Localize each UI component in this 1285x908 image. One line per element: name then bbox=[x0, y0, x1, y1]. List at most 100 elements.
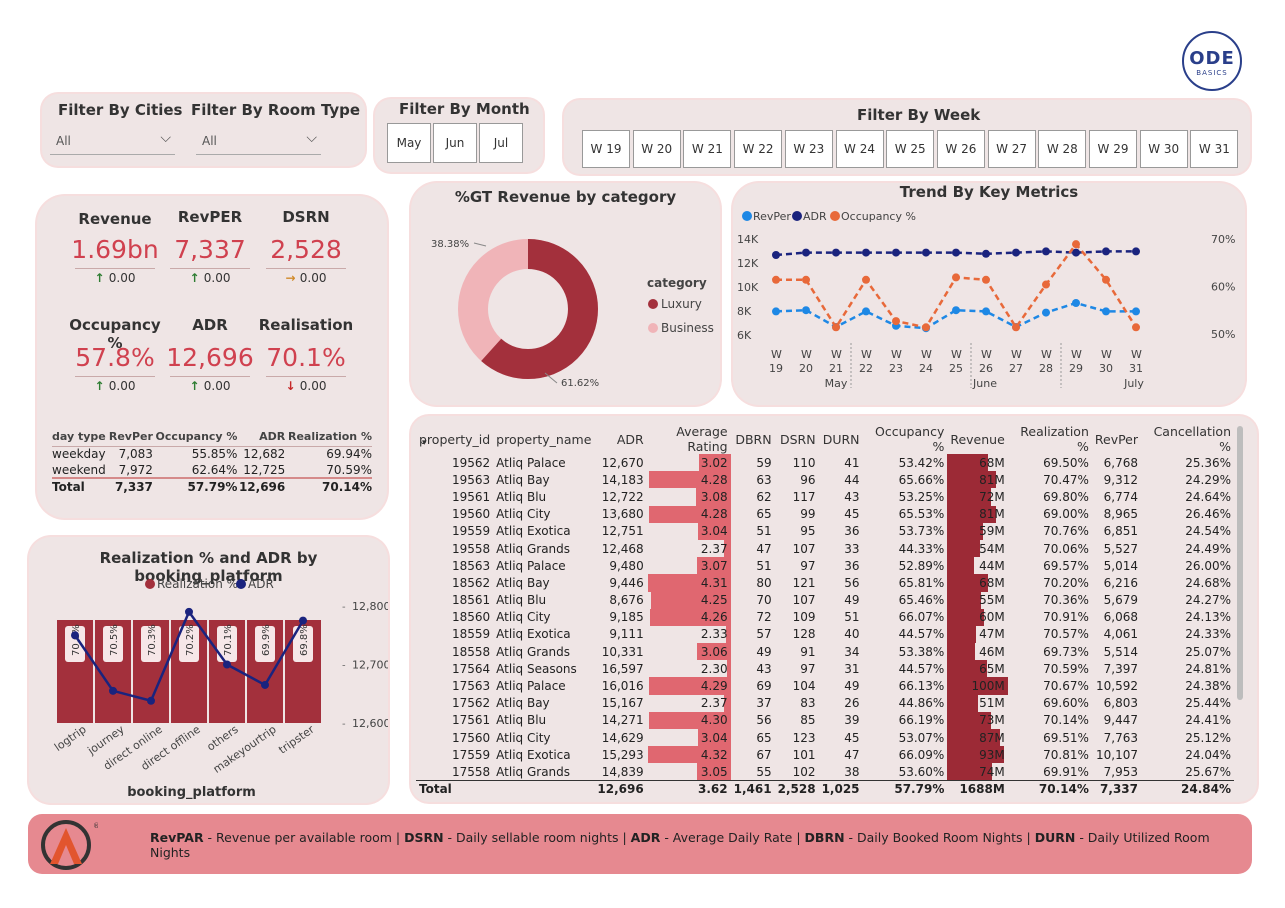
revenue-cell: 74M bbox=[947, 763, 1007, 781]
kpi-value: 57.8% bbox=[75, 343, 155, 372]
trend-point bbox=[802, 275, 810, 284]
table-row: 17564 Atliq Seasons 16,597 2.30 43 97 31 44.57%… bbox=[416, 660, 1234, 678]
week-button-w19[interactable]: W 19 bbox=[582, 130, 630, 168]
table-cell: 44.33% bbox=[898, 541, 945, 556]
table-cell: 13,680 bbox=[601, 507, 644, 522]
table-cell: 25.67% bbox=[1185, 764, 1231, 779]
arrow-up-icon: ↑ bbox=[94, 271, 109, 285]
table-cell: 83 bbox=[800, 696, 816, 711]
daytype-row: weekday 7,083 55.85% 12,682 69.94% bbox=[52, 446, 372, 462]
codebasics-logo: ODE BASICS bbox=[1182, 31, 1242, 91]
revenue-cell: 47M bbox=[947, 625, 1007, 644]
month-button-jul[interactable]: Jul bbox=[479, 123, 523, 163]
trend-x-tick-w: W bbox=[1041, 348, 1052, 361]
trend-y-left-tick: 14K bbox=[737, 233, 759, 246]
trend-point bbox=[862, 275, 870, 284]
column-header[interactable]: DURN bbox=[819, 424, 863, 454]
table-cell: 24.33% bbox=[1185, 627, 1231, 642]
trend-point bbox=[772, 307, 780, 316]
month-button-jun[interactable]: Jun bbox=[433, 123, 477, 163]
rating-cell: 3.05 bbox=[647, 763, 731, 781]
daytype-total-row: Total 7,337 57.79% 12,696 70.14% bbox=[52, 477, 372, 494]
table-cell: 53.07% bbox=[898, 730, 945, 745]
kpi-delta-value: 0.00 bbox=[299, 379, 327, 393]
table-cell: 15,293 bbox=[601, 747, 644, 762]
daytype-header: ADR bbox=[237, 428, 286, 447]
week-button-w24[interactable]: W 24 bbox=[835, 130, 884, 168]
daytype-cell: 69.94% bbox=[326, 447, 372, 462]
column-header[interactable]: RevPer bbox=[1092, 424, 1141, 454]
table-cell: 9,447 bbox=[1103, 713, 1139, 728]
revenue-cell: 51M bbox=[947, 694, 1007, 712]
revenue-value: 60M bbox=[979, 610, 1005, 625]
table-cell: 85 bbox=[800, 713, 816, 728]
column-header[interactable]: property_name bbox=[493, 424, 594, 454]
week-button-w25[interactable]: W 25 bbox=[886, 130, 935, 168]
kpi-delta: → 0.00 bbox=[266, 268, 346, 285]
footer-definition: - Daily Booked Room Nights bbox=[844, 830, 1023, 845]
chevron-down-icon: ⌵ bbox=[160, 130, 171, 146]
table-cell: 123 bbox=[792, 730, 816, 745]
column-header[interactable]: Average Rating bbox=[647, 424, 731, 454]
property-table: property_id property_name ADR Average Ratin… bbox=[416, 424, 1234, 798]
table-scrollbar[interactable] bbox=[1237, 426, 1243, 700]
logo-text: ODE bbox=[1189, 48, 1235, 69]
rating-cell: 4.29 bbox=[647, 677, 731, 695]
rating-value: 2.37 bbox=[700, 541, 728, 556]
table-cell: 44.86% bbox=[898, 696, 945, 711]
table-cell: 25.36% bbox=[1185, 455, 1231, 470]
column-header[interactable]: Cancellation % bbox=[1141, 424, 1234, 454]
kpi-value: 2,528 bbox=[270, 235, 342, 264]
table-cell: 17564 bbox=[451, 661, 491, 676]
week-filter-panel: Filter By Week W 19 W 20 W 21 W 22 W 23 W 24 W… bbox=[564, 100, 1250, 174]
kpi-value: 70.1% bbox=[266, 343, 346, 372]
week-button-w27[interactable]: W 27 bbox=[987, 130, 1036, 168]
column-header[interactable]: Realization % bbox=[1008, 424, 1092, 454]
table-row: 19558 Atliq Grands 12,468 2.37 47 107 33 44.33%… bbox=[416, 539, 1234, 558]
week-button-w21[interactable]: W 21 bbox=[683, 130, 732, 168]
table-cell: 9,312 bbox=[1103, 472, 1139, 487]
week-button-w26[interactable]: W 26 bbox=[936, 130, 985, 168]
column-header[interactable]: Occupancy % bbox=[863, 424, 948, 454]
week-button-w23[interactable]: W 23 bbox=[784, 130, 833, 168]
week-button-w20[interactable]: W 20 bbox=[632, 130, 681, 168]
trend-x-tick-w: W bbox=[1131, 348, 1142, 361]
platform-bar-label: 70.1% bbox=[223, 624, 234, 656]
city-roomtype-filter-panel: Filter By Cities All ⌵ Filter By Room Ty… bbox=[42, 94, 365, 166]
month-filter-panel: Filter By Month May Jun Jul bbox=[375, 99, 543, 172]
revenue-value: 74M bbox=[979, 764, 1005, 779]
week-button-w29[interactable]: W 29 bbox=[1089, 130, 1137, 168]
week-button-w22[interactable]: W 22 bbox=[734, 130, 783, 168]
trend-point bbox=[1072, 240, 1080, 249]
week-button-w30[interactable]: W 30 bbox=[1139, 130, 1188, 168]
city-dropdown[interactable]: All ⌵ bbox=[50, 129, 175, 155]
platform-adr-point bbox=[185, 607, 193, 616]
table-cell: 51 bbox=[756, 524, 772, 539]
column-header[interactable]: DBRN bbox=[731, 424, 775, 454]
column-header[interactable]: property_id bbox=[416, 424, 493, 454]
table-cell: 33 bbox=[844, 541, 860, 556]
revenue-cell: 81M bbox=[947, 505, 1007, 523]
column-header[interactable]: Revenue bbox=[947, 424, 1007, 454]
table-cell: 104 bbox=[792, 679, 816, 694]
trend-x-tick-num: 26 bbox=[979, 362, 993, 375]
week-button-w28[interactable]: W 28 bbox=[1038, 130, 1087, 168]
month-button-may[interactable]: May bbox=[387, 123, 431, 163]
column-header[interactable]: ADR bbox=[594, 424, 646, 454]
week-button-w31[interactable]: W 31 bbox=[1190, 130, 1239, 168]
column-header[interactable]: DSRN bbox=[775, 424, 819, 454]
table-cell: Atliq Blu bbox=[496, 489, 547, 504]
table-row: 17561 Atliq Blu 14,271 4.30 56 85 39 66.19% 73M 7… bbox=[416, 711, 1234, 729]
table-cell: 6,851 bbox=[1103, 524, 1139, 539]
trend-point bbox=[772, 275, 780, 284]
table-cell: 63 bbox=[756, 472, 772, 487]
revenue-value: 59M bbox=[979, 524, 1005, 539]
table-cell: 7,763 bbox=[1103, 730, 1139, 745]
kpi-delta: ↑ 0.00 bbox=[170, 268, 250, 285]
table-cell: 24.41% bbox=[1185, 713, 1231, 728]
daytype-total-cell: 70.14% bbox=[285, 477, 372, 494]
roomtype-dropdown[interactable]: All ⌵ bbox=[196, 129, 321, 155]
kpi-delta-value: 0.00 bbox=[108, 379, 136, 393]
table-cell: 101 bbox=[792, 747, 816, 762]
kpi-title: ADR bbox=[192, 316, 228, 334]
